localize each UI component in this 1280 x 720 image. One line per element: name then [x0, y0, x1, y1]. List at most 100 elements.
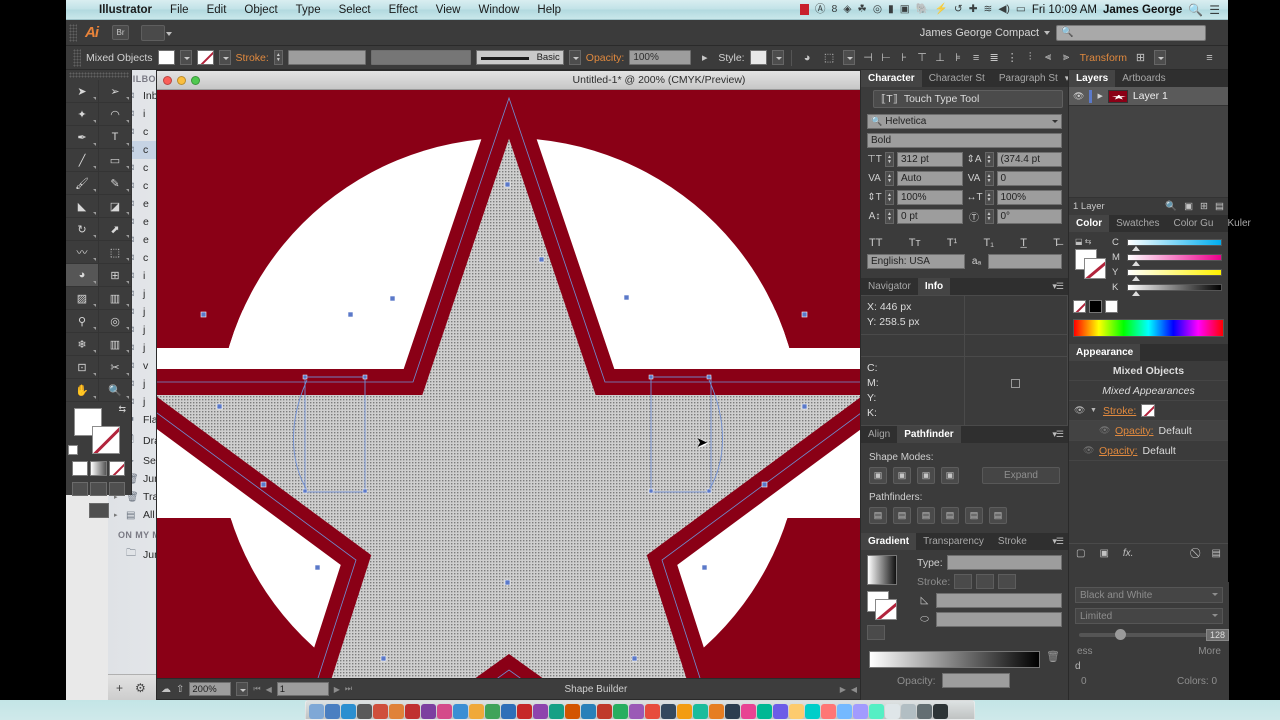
- previous-artboard-icon[interactable]: ◀: [266, 685, 272, 694]
- appearance-stroke-row[interactable]: 👁 ▼ Stroke:: [1069, 401, 1228, 421]
- eye-icon[interactable]: 👁: [1083, 445, 1094, 456]
- align-top-icon[interactable]: ⊤: [914, 50, 931, 66]
- color-slider-thumb[interactable]: [1132, 261, 1140, 266]
- align-left-icon[interactable]: ⊣: [860, 50, 877, 66]
- tab-swatches[interactable]: Swatches: [1109, 215, 1166, 232]
- menu-item-window[interactable]: Window: [469, 3, 528, 17]
- tab-layers[interactable]: Layers: [1069, 70, 1116, 87]
- menu-item-help[interactable]: Help: [528, 3, 570, 17]
- dock-icon[interactable]: [789, 704, 804, 719]
- menu-item-illustrator[interactable]: Illustrator: [90, 3, 161, 17]
- gradient-aspect-row[interactable]: ⬭: [917, 612, 1062, 627]
- stroke-color-swatch[interactable]: [92, 426, 120, 454]
- dock-icon[interactable]: [405, 704, 420, 719]
- recolor-limit-field[interactable]: Limited: [1075, 608, 1223, 624]
- fill-stroke-control[interactable]: ⇆: [66, 402, 132, 458]
- color-spectrum-bar[interactable]: [1073, 319, 1224, 337]
- layer-name[interactable]: Layer 1: [1133, 90, 1168, 102]
- macos-dock[interactable]: [305, 700, 975, 720]
- bridge-button[interactable]: Br: [112, 25, 129, 40]
- dock-icon[interactable]: [773, 704, 788, 719]
- layers-panel-tabs[interactable]: Layers Artboards: [1069, 70, 1228, 87]
- magic-wand-tool[interactable]: ✦: [66, 103, 99, 126]
- drawing-mode-buttons[interactable]: [66, 479, 131, 499]
- opacity-field[interactable]: 100%: [629, 50, 692, 65]
- minus-back-button[interactable]: ▤: [989, 507, 1007, 524]
- stroke-along-button[interactable]: [976, 574, 995, 589]
- distribute-center-h-icon[interactable]: ⫷: [1040, 50, 1057, 66]
- recolor-slider[interactable]: [1079, 629, 1219, 640]
- dock-icon[interactable]: [821, 704, 836, 719]
- trim-button[interactable]: ▤: [893, 507, 911, 524]
- distribute-center-v-icon[interactable]: ≣: [986, 50, 1003, 66]
- direct-selection-tool[interactable]: ➢: [99, 80, 132, 103]
- recolor-artwork-icon[interactable]: ◕: [799, 50, 816, 66]
- draw-inside-button[interactable]: [108, 482, 125, 496]
- dock-icon[interactable]: [917, 704, 932, 719]
- recolor-preset-field[interactable]: Black and White: [1075, 587, 1223, 603]
- dock-icon[interactable]: [357, 704, 372, 719]
- free-transform-tool[interactable]: ⬚: [99, 241, 132, 264]
- character-format-buttons[interactable]: TT Tᴛ T¹ T₁ T̲ T̶: [861, 233, 1068, 254]
- distribute-right-icon[interactable]: ⫸: [1058, 50, 1075, 66]
- menu-item-select[interactable]: Select: [330, 3, 380, 17]
- opacity-label[interactable]: Opacity:: [586, 52, 625, 64]
- draw-normal-button[interactable]: [72, 482, 89, 496]
- white-swatch[interactable]: [1105, 300, 1118, 313]
- zoom-dropdown-icon[interactable]: [236, 682, 249, 696]
- controlbar-grip[interactable]: [73, 48, 81, 67]
- align-middle-icon[interactable]: ⊥: [932, 50, 949, 66]
- dock-icon[interactable]: [421, 704, 436, 719]
- touch-type-tool-button[interactable]: ⟦T⟧ Touch Type Tool: [873, 90, 1063, 108]
- gradient-angle-row[interactable]: ◺: [917, 593, 1062, 608]
- add-effect-icon[interactable]: fx.: [1123, 548, 1134, 559]
- change-screen-mode-icon[interactable]: [88, 503, 109, 518]
- line-segment-tool[interactable]: ╱: [66, 149, 99, 172]
- appearance-panel-tabs[interactable]: Appearance: [1069, 344, 1228, 361]
- underline-button[interactable]: T̲: [1020, 237, 1027, 249]
- graphic-style-swatch[interactable]: [749, 50, 767, 65]
- menu-item-view[interactable]: View: [427, 3, 470, 17]
- disclosure-triangle-icon[interactable]: ▼: [1090, 407, 1098, 414]
- dock-icon[interactable]: [645, 704, 660, 719]
- merge-button[interactable]: ▤: [917, 507, 935, 524]
- tools-palette[interactable]: ➤ ➢ ✦ ◠ ✒ T ╱ ▭ 🖌 ✎ ◣ ◪ ↻ ⬈ 〰 ⬚ ◕ ⊞ ▨ ▥ ⚲ ◎ ❄ ▥ ⊡ ✂ ✋ 🔍 ⇆: [66, 70, 132, 518]
- align-center-h-icon[interactable]: ⊢: [878, 50, 895, 66]
- tracking-stepper[interactable]: ▲ ▼: [984, 171, 994, 186]
- exclude-button[interactable]: ▣: [941, 467, 959, 484]
- battery-icon[interactable]: ▭: [1016, 4, 1026, 15]
- dock-icon[interactable]: [373, 704, 388, 719]
- language-row[interactable]: English: USA aₐ: [867, 254, 1062, 269]
- dock-icon[interactable]: [869, 704, 884, 719]
- menu-item-type[interactable]: Type: [287, 3, 330, 17]
- arrange-documents-icon[interactable]: [141, 24, 172, 41]
- pathfinder-panel-tabs[interactable]: Align Pathfinder ▾☰: [861, 426, 1068, 443]
- font-family-field[interactable]: 🔍 Helvetica: [867, 114, 1062, 129]
- gradient-stroke-swatch[interactable]: [875, 599, 897, 620]
- unite-button[interactable]: ▣: [869, 467, 887, 484]
- stroke-weight-label[interactable]: Stroke:: [236, 52, 269, 64]
- minus-front-button[interactable]: ▣: [893, 467, 911, 484]
- size-leading-row[interactable]: ⊤T ▲ ▼ 312 pt ⇕A ▲ ▼ (374.4 pt: [867, 152, 1062, 167]
- color-slider-c[interactable]: C: [1112, 237, 1222, 251]
- font-family-row[interactable]: 🔍 Helvetica: [867, 114, 1062, 129]
- status-menu-icon[interactable]: ▶: [840, 685, 846, 694]
- superscript-button[interactable]: T¹: [947, 237, 957, 249]
- width-tool[interactable]: 〰: [66, 241, 99, 264]
- baseline-shift-stepper[interactable]: ▲ ▼: [885, 209, 894, 224]
- font-size-stepper[interactable]: ▲ ▼: [885, 152, 894, 167]
- column-graph-tool[interactable]: ▥: [99, 333, 132, 356]
- appearance-stroke-swatch[interactable]: [1141, 404, 1156, 417]
- perspective-grid-tool[interactable]: ⊞: [99, 264, 132, 287]
- artboard-canvas[interactable]: ➤: [157, 90, 861, 678]
- tab-paragraph-styles[interactable]: Paragraph St: [992, 70, 1065, 87]
- black-swatch[interactable]: [1089, 300, 1102, 313]
- dock-icon[interactable]: [533, 704, 548, 719]
- search-icon[interactable]: 🔍: [1188, 4, 1203, 16]
- type-tool[interactable]: T: [99, 126, 132, 149]
- tab-color-guide[interactable]: Color Gu: [1166, 215, 1220, 232]
- color-quick-swatches[interactable]: [1069, 297, 1228, 313]
- color-slider-k[interactable]: K: [1112, 282, 1222, 296]
- lasso-tool[interactable]: ◠: [99, 103, 132, 126]
- distribute-left-icon[interactable]: ⫶: [1022, 50, 1039, 66]
